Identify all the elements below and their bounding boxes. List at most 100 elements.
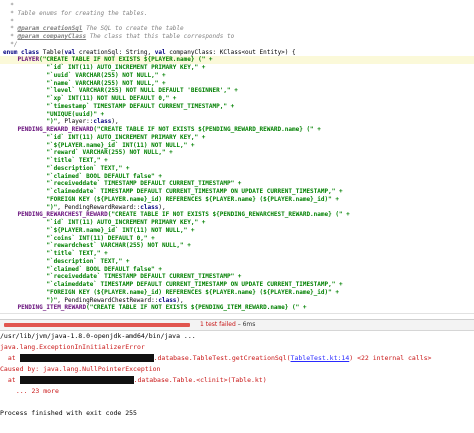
console-command: /usr/lib/jvm/java-1.8.0-openjdk-amd64/bi… [0,332,196,340]
code-token: ), [111,118,119,126]
code-token: ("CREATE TABLE IF NOT EXISTS ${PENDING_I… [86,304,307,312]
code-token: ("CREATE TABLE IF NOT EXISTS ${PLAYER.na… [39,56,213,64]
code-token: PENDING_ITEM_REWARD [17,304,87,312]
code-token: "`coins` INT(11) DEFAULT 0," + [46,234,155,242]
code-token: "`${PLAYER.name}_id` INT(11) NOT NULL," … [46,226,195,234]
code-token: creationSql [39,25,83,33]
stack-at-2: at [0,376,20,384]
code-editor[interactable]: * * Table enums for creating the tables.… [0,0,474,312]
code-token: "`id` INT(11) AUTO_INCREMENT PRIMARY KEY… [46,133,206,141]
code-token: "`description` TEXT," + [46,164,130,172]
code-token: "`reward` VARCHAR(255) NOT NULL," + [46,149,173,157]
code-token: ), [176,296,184,304]
stack-suffix: ) <22 internal calls> [349,354,432,362]
code-token: class [140,203,159,211]
code-token: ("CREATE TABLE IF NOT EXISTS ${PENDING_R… [93,126,321,133]
code-token: * [3,25,18,33]
code-token: ")" [46,118,58,126]
code-token: The class that this table corresponds to [86,33,235,40]
code-token: * [3,33,18,40]
test-duration: – 6ms [237,321,256,328]
code-token: "`receiveddate` TIMESTAMP DEFAULT CURREN… [46,273,242,281]
code-token: "`description` TEXT," + [46,257,130,265]
code-token: @param [17,25,40,33]
code-token: "`claimed` BOOL DEFAULT false" + [46,265,162,273]
code-token: "`name` VARCHAR(255) NOT NULL," + [46,79,166,87]
editor-divider [0,313,474,314]
code-token: enum class [3,48,43,56]
code-token: "`uuid` VARCHAR(255) NOT NULL," + [46,71,166,79]
code-token: "`rewardchest` VARCHAR(255) NOT NULL," + [46,242,191,250]
code-token: ("CREATE TABLE IF NOT EXISTS ${PENDING_R… [107,211,350,219]
redacted-package [19,354,154,362]
code-token: creationSql: String, [78,48,155,56]
code-token: val [154,48,170,56]
code-token: "`level` VARCHAR(255) NOT NULL DEFAULT '… [46,87,238,95]
code-token: PENDING_REWARCHEST_REWARD [17,211,108,219]
code-token: "UNIQUE(uuid)" + [46,110,105,118]
test-progress-bar [4,323,190,327]
code-token: "`id` INT(11) AUTO_INCREMENT PRIMARY KEY… [46,64,206,71]
code-token: ")" [46,296,58,304]
code-token: * [3,2,14,9]
code-line[interactable]: * @param companyClass The class that thi… [3,33,234,41]
code-token: "`title` TEXT," + [46,157,108,164]
console-exit: Process finished with exit code 255 [0,409,137,417]
stack-method-2: .database.Table.<clinit>(Table.kt) [133,376,267,384]
code-token: companyClass [39,33,87,40]
code-line[interactable]: PENDING_ITEM_REWARD("CREATE TABLE IF NOT… [3,304,306,312]
code-token: class [93,118,112,126]
console-more[interactable]: ... 23 more [8,386,59,397]
redacted-package-2 [19,376,134,384]
code-token: PLAYER [17,56,40,64]
run-console[interactable]: /usr/lib/jvm/java-1.8.0-openjdk-amd64/bi… [0,331,474,433]
source-link[interactable]: TableTest.kt:14 [291,354,350,362]
code-token: class [158,296,177,304]
console-caused-by: Caused by: java.lang.NullPointerExceptio… [0,365,161,373]
code-token: "FOREIGN KEY (${PLAYER.name}_id) REFEREN… [46,195,339,203]
code-token: ")" [46,203,58,211]
code-token: "`xp` INT(11) NOT NULL DEFAULT 0," + [46,95,177,102]
stack-method: .database.TableTest.getCreationSql( [153,354,291,362]
code-token: "`id` INT(11) AUTO_INCREMENT PRIMARY KEY… [46,219,206,226]
code-token: "`${PLAYER.name}_id` INT(11) NOT NULL," … [46,141,195,149]
code-token: "FOREIGN KEY (${PLAYER.name}_id) REFEREN… [46,288,339,296]
code-token: PENDING_REWARD_REWARD [17,126,94,133]
code-token: "`receiveddate` TIMESTAMP DEFAULT CURREN… [46,180,242,188]
code-token: , PendingRewardChestReward:: [57,296,159,304]
code-token: "`claimeddate` TIMESTAMP DEFAULT CURRENT… [46,188,343,195]
test-failed-label: 1 test failed [200,321,236,328]
console-exception: java.lang.ExceptionInInitializerError [0,343,145,351]
code-token: * Table enums for creating the tables. [3,9,148,17]
code-token: @param [17,33,40,40]
code-line[interactable]: * Table enums for creating the tables. [3,9,148,18]
code-token: "`claimeddate` TIMESTAMP DEFAULT CURRENT… [46,281,343,288]
code-token: Table( [42,48,65,56]
code-token: "`title` TEXT," + [46,250,108,257]
